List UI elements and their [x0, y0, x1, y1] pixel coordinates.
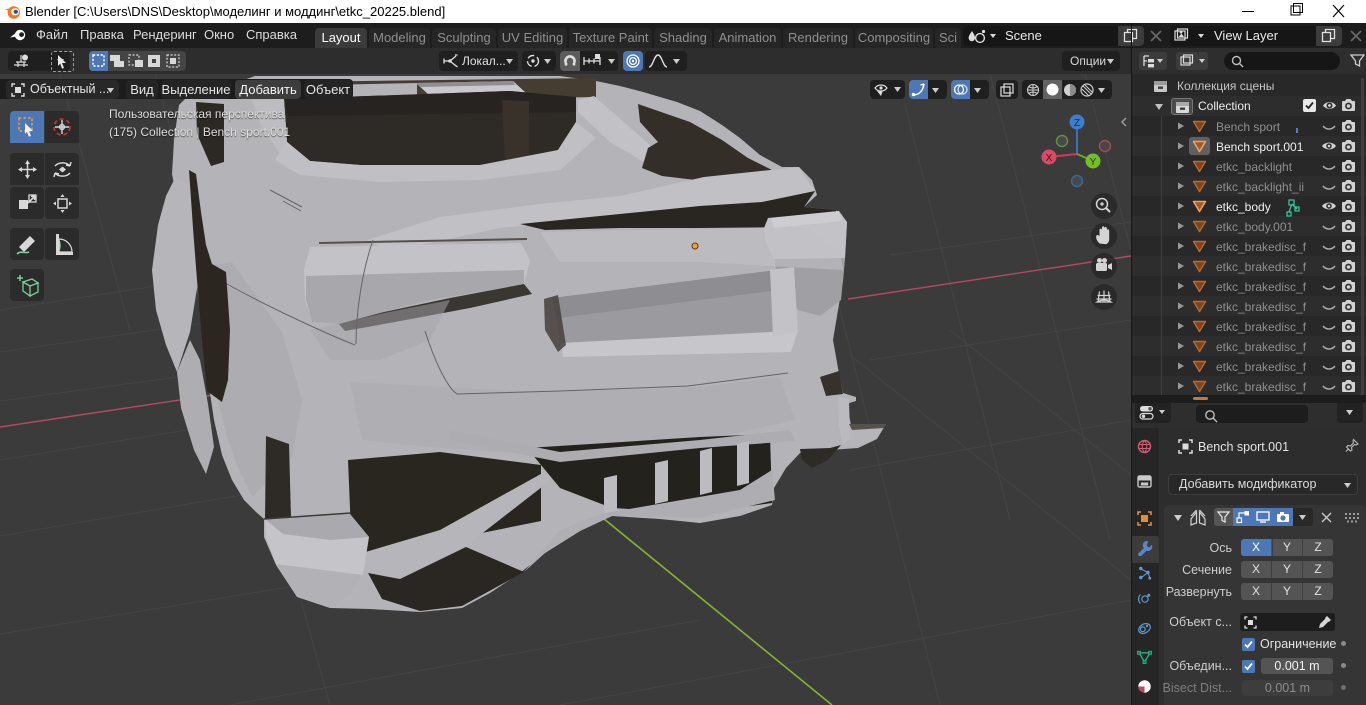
svg-text:Y: Y	[1090, 157, 1097, 168]
svg-text:Z: Z	[1074, 118, 1080, 129]
svg-text:X: X	[1046, 153, 1053, 164]
